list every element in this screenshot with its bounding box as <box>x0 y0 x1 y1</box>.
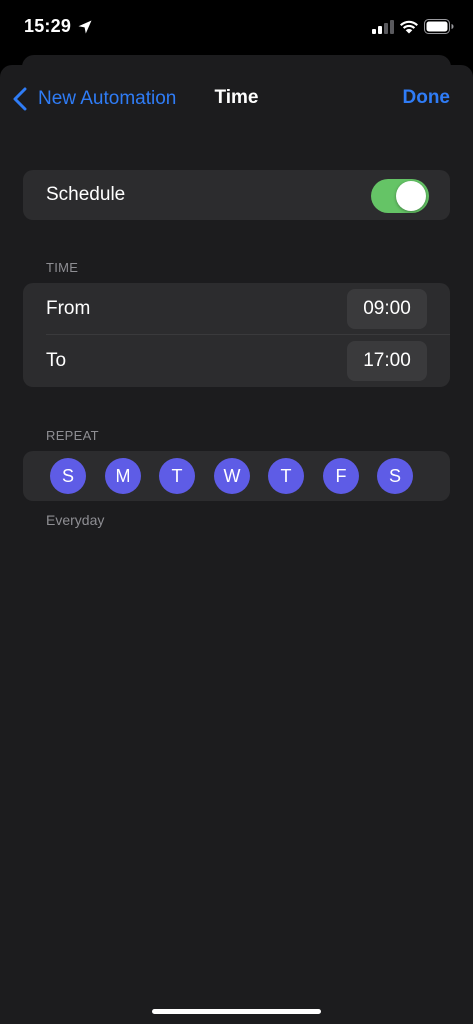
schedule-label: Schedule <box>46 184 126 205</box>
from-row: From 09:00 <box>23 283 450 335</box>
to-row: To 17:00 <box>23 335 450 387</box>
to-label: To <box>46 350 67 371</box>
day-monday[interactable]: M <box>105 458 141 494</box>
day-saturday[interactable]: S <box>377 458 413 494</box>
back-button[interactable]: New Automation <box>12 85 176 113</box>
done-button[interactable]: Done <box>403 87 451 109</box>
status-bar: 15:29 <box>0 0 473 56</box>
time-card: From 09:00 To 17:00 <box>23 283 450 387</box>
day-wednesday[interactable]: W <box>214 458 250 494</box>
from-time-picker[interactable]: 09:00 <box>347 289 427 329</box>
repeat-section-header: REPEAT <box>46 428 99 443</box>
schedule-toggle[interactable] <box>371 179 429 213</box>
signal-icon <box>372 20 394 34</box>
repeat-card: S M T W T F S <box>23 451 450 501</box>
time-section-header: TIME <box>46 260 79 275</box>
to-time-picker[interactable]: 17:00 <box>347 341 427 381</box>
day-sunday[interactable]: S <box>50 458 86 494</box>
automation-time-sheet: New Automation Time Done Schedule TIME F… <box>0 65 473 1024</box>
battery-icon <box>424 19 454 34</box>
repeat-summary: Everyday <box>46 512 105 528</box>
back-button-label: New Automation <box>38 88 177 109</box>
day-thursday[interactable]: T <box>268 458 304 494</box>
day-tuesday[interactable]: T <box>159 458 195 494</box>
wifi-icon <box>400 20 418 34</box>
from-label: From <box>46 298 91 319</box>
status-time: 15:29 <box>24 16 72 36</box>
home-indicator[interactable] <box>152 1009 321 1014</box>
screen: 15:29 New Automation Time Done Schedule … <box>0 0 473 1024</box>
day-friday[interactable]: F <box>323 458 359 494</box>
location-icon <box>78 20 92 34</box>
chevron-left-icon <box>13 87 27 111</box>
schedule-card: Schedule <box>23 170 450 220</box>
toggle-knob <box>396 181 426 211</box>
